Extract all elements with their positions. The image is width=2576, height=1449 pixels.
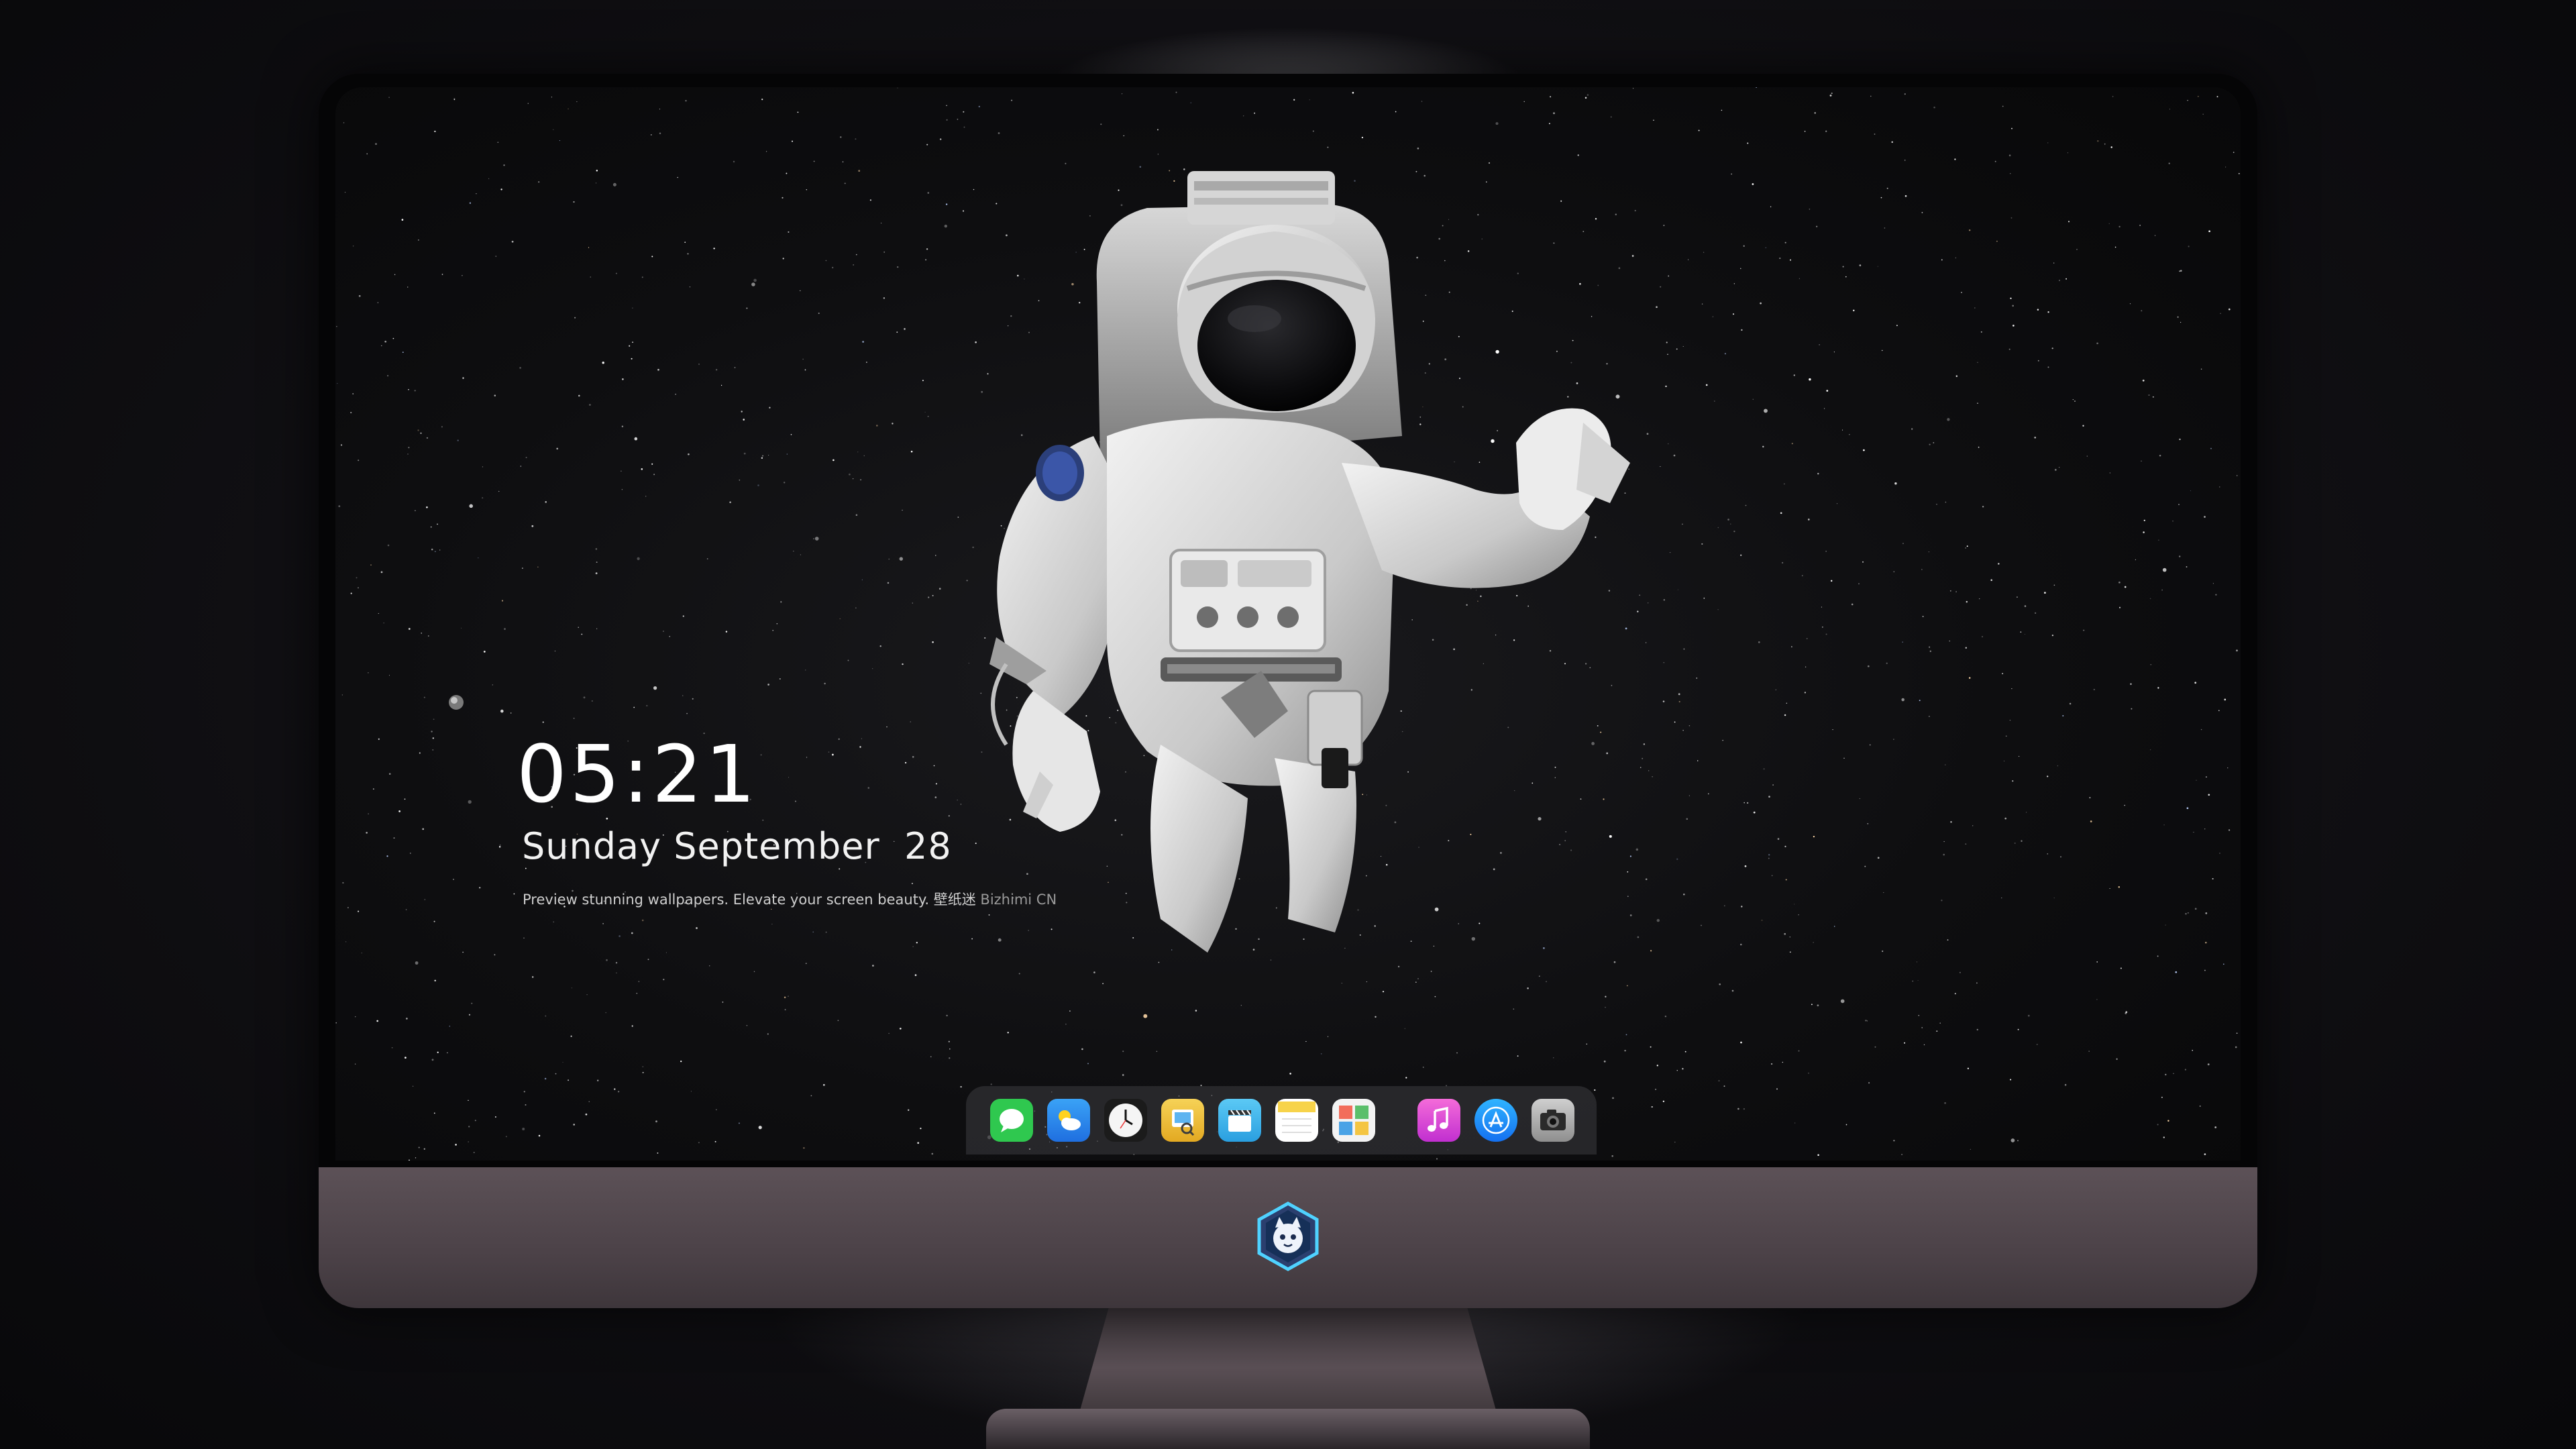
caption-text: Preview stunning wallpapers. Elevate you… — [523, 892, 976, 908]
music-icon[interactable] — [1417, 1099, 1460, 1142]
clips-icon[interactable] — [1218, 1099, 1261, 1142]
caption-brand: Bizhimi CN — [980, 892, 1057, 908]
clock-icon[interactable] — [1104, 1099, 1147, 1142]
wallpaper-caption: Preview stunning wallpapers. Elevate you… — [523, 889, 1057, 909]
weather-icon[interactable] — [1047, 1099, 1090, 1142]
dock — [966, 1086, 1597, 1155]
notes-icon[interactable] — [1275, 1099, 1318, 1142]
preview-icon[interactable] — [1161, 1099, 1204, 1142]
monitor-stand-base — [986, 1409, 1590, 1449]
monitor: 05:21 Sunday September 28 Preview stunni… — [319, 74, 2257, 1308]
lockscreen-time: 05:21 — [517, 728, 759, 820]
mascot-logo-icon — [1257, 1201, 1319, 1271]
astronaut-wallpaper — [989, 171, 1630, 953]
app-store-icon[interactable] — [1474, 1099, 1517, 1142]
monitor-stand — [1077, 1301, 1499, 1422]
lockscreen-date: Sunday September 28 — [522, 825, 952, 867]
messages-icon[interactable] — [990, 1099, 1033, 1142]
photo-booth-icon[interactable] — [1332, 1099, 1375, 1142]
lock-screen: 05:21 Sunday September 28 Preview stunni… — [335, 87, 2241, 1161]
camera-icon[interactable] — [1532, 1099, 1574, 1142]
